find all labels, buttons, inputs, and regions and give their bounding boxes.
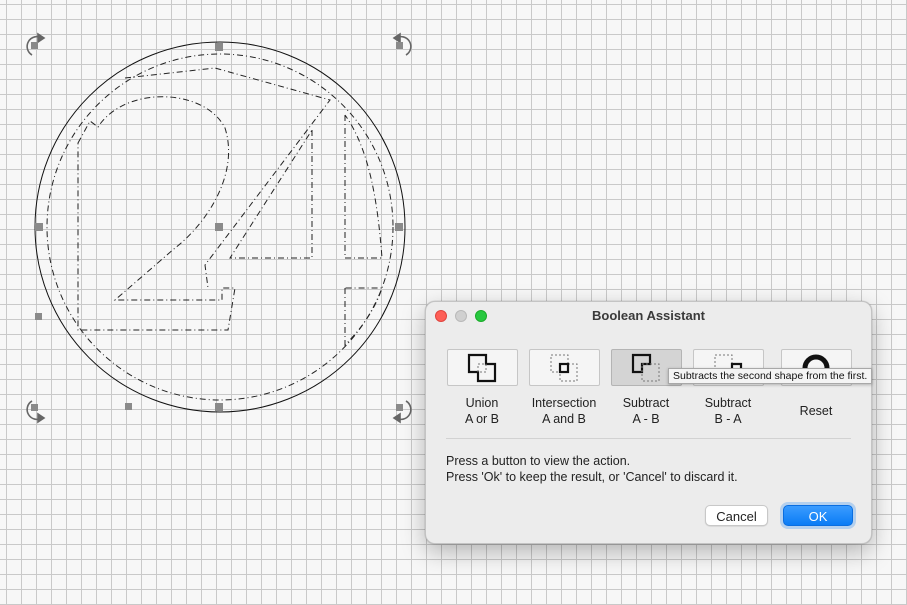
intersection-option: Intersection A and B [523, 349, 605, 427]
digit-2-inner-outline[interactable] [124, 67, 331, 289]
reset-label: Reset [799, 404, 833, 418]
digit-4-outline[interactable] [229, 114, 383, 347]
separator [446, 438, 851, 439]
selection-handles[interactable] [35, 43, 403, 411]
digit-2-outline[interactable] [77, 96, 236, 331]
ok-button[interactable]: OK [783, 505, 853, 526]
subtract-b-a-option: Subtract B - A [687, 349, 769, 427]
union-option: Union A or B [441, 349, 523, 427]
intersection-icon [550, 354, 578, 381]
intersection-button[interactable] [528, 349, 600, 386]
tooltip: Subtracts the second shape from the firs… [668, 368, 873, 384]
intersection-label: Intersection A and B [531, 396, 597, 426]
subtract-a-b-option: Subtract A - B [605, 349, 687, 427]
dialog-title: Boolean Assistant [592, 308, 705, 323]
boolean-assistant-dialog: Boolean Assistant Union A or B Intersect… [425, 301, 872, 544]
cancel-button[interactable]: Cancel [705, 505, 768, 526]
union-label: Union A or B [464, 396, 500, 426]
subtract-a-b-label: Subtract A - B [622, 396, 670, 426]
subtract-b-a-label: Subtract B - A [704, 396, 752, 426]
subtract-a-b-icon [631, 353, 660, 381]
title-bar[interactable]: Boolean Assistant [426, 302, 871, 328]
reset-option: Reset [775, 349, 857, 419]
instruction-line-2: Press 'Ok' to keep the result, or 'Cance… [446, 470, 738, 484]
union-button[interactable] [446, 349, 518, 386]
union-icon [467, 353, 497, 382]
instruction-line-1: Press a button to view the action. [446, 454, 631, 468]
